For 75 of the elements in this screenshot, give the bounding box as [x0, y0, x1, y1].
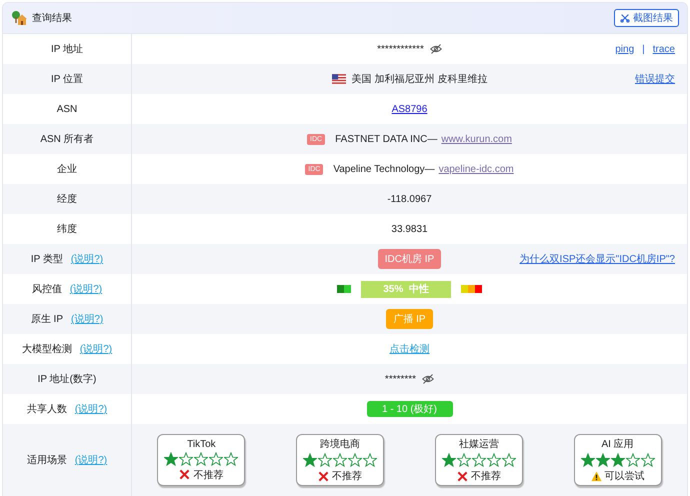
empty-star-icon [486, 453, 501, 467]
type-tag: IDC机房 IP [378, 249, 442, 269]
row-label: IP 位置 [50, 72, 84, 86]
faq-link[interactable]: 为什么双ISP还会显示"IDC机房IP"? [520, 252, 675, 266]
empty-star-icon [333, 453, 348, 467]
masked-ip: ******** [384, 374, 416, 384]
sharing-tag: 1 - 10 (极好) [366, 401, 452, 417]
help-link[interactable]: (说明?) [74, 402, 108, 416]
separator: | [642, 44, 645, 54]
coordinate-value: 33.9831 [391, 224, 428, 234]
row-label: IP 地址 [50, 42, 84, 56]
row-label: IP 地址(数字) [38, 372, 96, 386]
asn-link[interactable]: AS8796 [392, 104, 428, 114]
row-label: IP 类型 [30, 252, 63, 266]
report-error-link[interactable]: 错误提交 [635, 72, 675, 86]
warning-icon [590, 470, 602, 482]
scenario-name: 跨境电商 [320, 438, 360, 451]
empty-star-icon [348, 453, 362, 467]
empty-star-icon [640, 453, 655, 467]
ping-link[interactable]: ping [615, 44, 634, 54]
empty-star-icon [363, 453, 378, 467]
scissors-icon [620, 13, 630, 23]
scenario-name: TikTok [187, 438, 216, 450]
scenario-name: 社媒运营 [458, 438, 499, 451]
help-link[interactable]: (说明?) [80, 342, 112, 356]
row-label: ASN 所有者 [40, 132, 94, 146]
empty-star-icon [472, 453, 486, 467]
row-label: 原生 IP [30, 312, 63, 326]
cross-icon [456, 470, 468, 482]
cross-icon [318, 470, 330, 482]
screenshot-button[interactable]: 截图结果 [614, 9, 679, 27]
help-link[interactable]: (说明?) [74, 453, 108, 467]
masked-ip: ************ [377, 44, 424, 54]
eye-slash-icon[interactable] [422, 373, 434, 385]
flag-icon [332, 74, 346, 84]
trace-link[interactable]: trace [652, 44, 675, 54]
filled-star-icon [580, 453, 595, 467]
cross-icon [179, 469, 190, 480]
filled-star-icon [596, 453, 610, 467]
verdict-text: 不推荐 [332, 470, 362, 483]
empty-star-icon [224, 452, 238, 466]
org-name: Vapeline Technology— [333, 164, 435, 174]
row-label: 适用场景 [26, 454, 67, 467]
verdict-text: 可以尝试 [604, 470, 645, 483]
filled-star-icon [303, 453, 318, 467]
website-link[interactable]: www.kurun.com [441, 134, 512, 144]
row-label: 纬度 [57, 222, 77, 236]
empty-star-icon [194, 452, 208, 466]
risk-meter: 35% 中性 [361, 280, 451, 298]
coordinate-value: -118.0967 [387, 194, 432, 204]
location-text: 美国 加利福尼亚州 皮科里维拉 [352, 72, 488, 86]
verdict-text: 不推荐 [470, 470, 501, 483]
row-label: 企业 [57, 162, 77, 176]
house-icon [11, 10, 27, 26]
row-label: 大模型检测 [22, 342, 72, 356]
eye-slash-icon[interactable] [430, 43, 442, 55]
row-label: 风控值 [32, 283, 62, 296]
type-tag: 广播 IP [386, 309, 433, 329]
row-label: 共享人数 [26, 402, 67, 416]
row-label: ASN [56, 104, 78, 114]
website-link[interactable]: vapeline-idc.com [438, 164, 514, 174]
empty-star-icon [502, 453, 516, 467]
help-link[interactable]: (说明?) [70, 282, 102, 296]
panel-title: 查询结果 [32, 12, 73, 25]
filled-star-icon [610, 453, 625, 467]
scenario-name: AI 应用 [602, 438, 634, 451]
verdict-text: 不推荐 [193, 468, 224, 482]
help-link[interactable]: (说明?) [70, 252, 104, 266]
filled-star-icon [164, 452, 178, 466]
detect-link[interactable]: 点击检测 [390, 342, 430, 356]
row-label: 经度 [57, 192, 77, 206]
org-name: FASTNET DATA INC— [335, 134, 438, 144]
help-link[interactable]: (说明?) [71, 312, 104, 326]
filled-star-icon [442, 453, 456, 467]
empty-star-icon [209, 452, 224, 466]
